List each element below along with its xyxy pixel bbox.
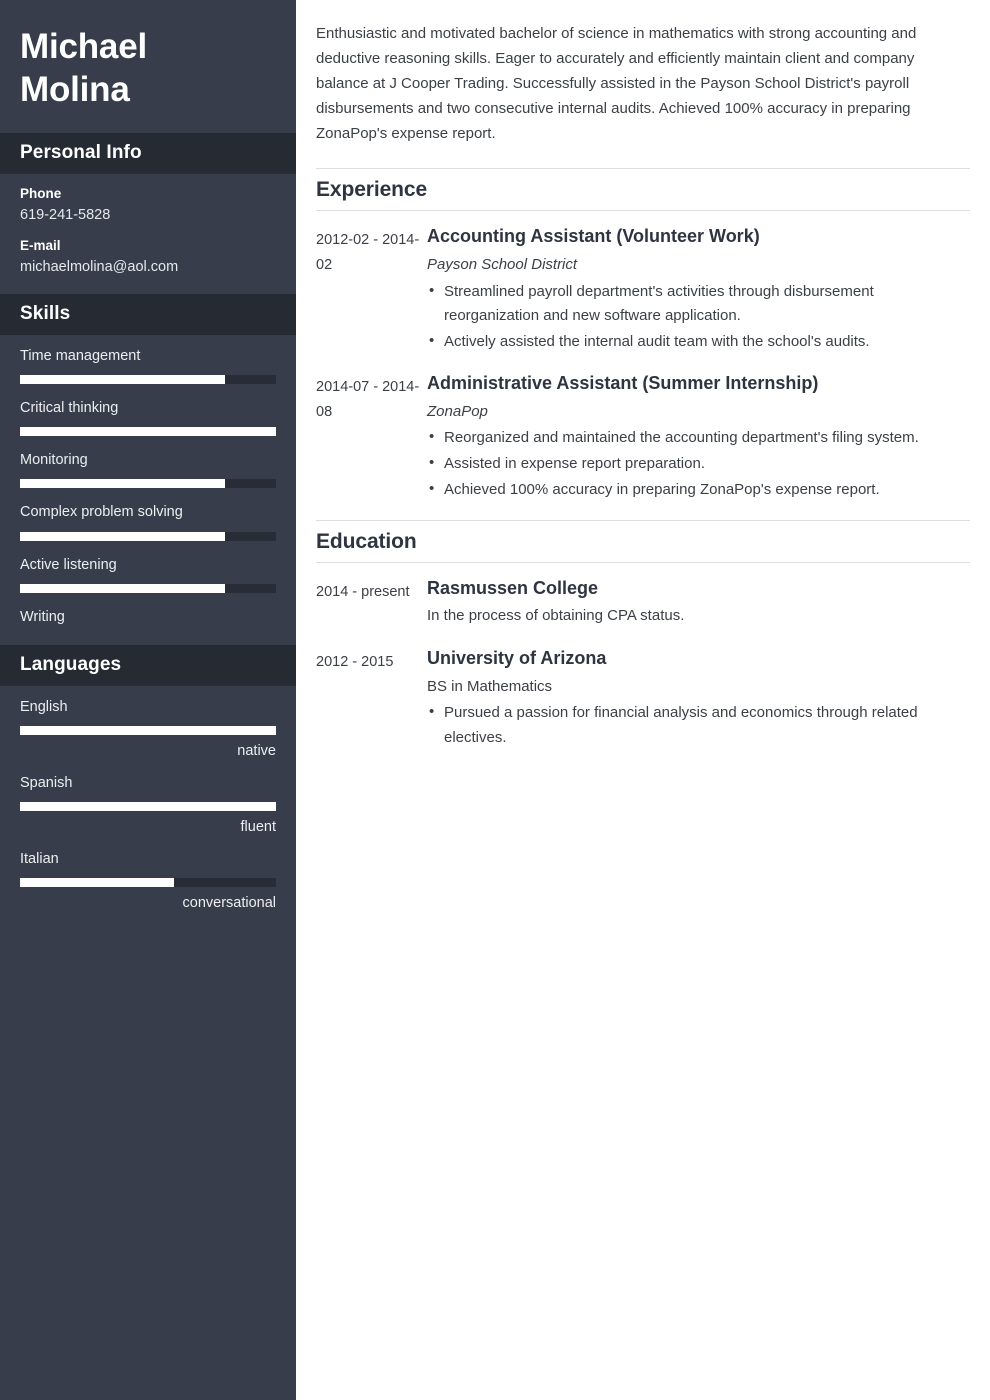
skill-label: Writing bbox=[20, 608, 65, 625]
experience-entry-list: 2012-02 - 2014-02 Accounting Assistant (V… bbox=[316, 225, 970, 504]
contact-row-email: E-mail michaelmolina@aol.com bbox=[20, 238, 276, 277]
main-content: Enthusiastic and motivated bachelor of s… bbox=[296, 0, 990, 1400]
skill-row: Complex problem solving bbox=[20, 503, 276, 541]
section-header-education: Education bbox=[316, 520, 970, 564]
candidate-name: Michael Molina bbox=[0, 0, 296, 133]
education-entry-title: University of Arizona bbox=[427, 648, 607, 669]
skill-level-bar-fill bbox=[20, 427, 276, 437]
section-title-education: Education bbox=[316, 530, 417, 554]
skill-label: Complex problem solving bbox=[20, 504, 183, 521]
language-label: English bbox=[20, 698, 68, 715]
section-education: Education 2014 - present Rasmussen Colleg… bbox=[316, 520, 970, 752]
experience-entry-date: 2014-07 - 2014-08 bbox=[316, 379, 420, 421]
sidebar-section-title-personal-info: Personal Info bbox=[0, 133, 296, 175]
language-label: Italian bbox=[20, 851, 59, 868]
education-entry-body: Rasmussen College In the process of obtai… bbox=[427, 577, 970, 631]
experience-entry: 2014-07 - 2014-08 Administrative Assistan… bbox=[316, 372, 970, 504]
language-row: English native bbox=[20, 698, 276, 759]
language-row: Italian conversational bbox=[20, 850, 276, 911]
education-entry-bullet: Pursued a passion for financial analysis… bbox=[427, 700, 970, 751]
resume-document: Michael Molina Personal Info Phone 619-2… bbox=[0, 0, 990, 1400]
candidate-first-name: Michael bbox=[20, 27, 147, 66]
contact-row-phone: Phone 619-241-5828 bbox=[20, 186, 276, 225]
skill-level-bar-fill bbox=[20, 583, 225, 593]
skill-level-bar bbox=[20, 427, 276, 437]
education-entry-bullet-list: Pursued a passion for financial analysis… bbox=[427, 700, 970, 751]
candidate-last-name: Molina bbox=[20, 69, 130, 109]
experience-entry-bullet-list: Reorganized and maintained the accountin… bbox=[427, 425, 970, 503]
skill-row: Critical thinking bbox=[20, 399, 276, 437]
skill-level-bar-fill bbox=[20, 479, 225, 489]
experience-entry-organization: Payson School District bbox=[427, 255, 578, 273]
skill-row: Writing bbox=[20, 608, 276, 626]
language-label: Spanish bbox=[20, 774, 73, 791]
skill-level-bar-fill bbox=[20, 531, 225, 541]
experience-entry-body: Administrative Assistant (Summer Interns… bbox=[427, 372, 970, 504]
language-row: Spanish fluent bbox=[20, 774, 276, 835]
skill-level-bar bbox=[20, 375, 276, 385]
experience-entry-bullet: Actively assisted the internal audit tea… bbox=[427, 329, 970, 355]
skill-row: Monitoring bbox=[20, 451, 276, 489]
skill-level-bar-fill bbox=[20, 375, 225, 385]
section-experience: Experience 2012-02 - 2014-02 Accounting A… bbox=[316, 168, 970, 504]
experience-entry-bullet: Reorganized and maintained the accountin… bbox=[427, 425, 970, 451]
sidebar-section-title-languages: Languages bbox=[0, 644, 296, 686]
skill-row: Active listening bbox=[20, 556, 276, 593]
education-entry-title: Rasmussen College bbox=[427, 578, 599, 599]
experience-entry-bullet: Streamlined payroll department's activit… bbox=[427, 279, 970, 330]
skill-label: Monitoring bbox=[20, 452, 88, 469]
sidebar: Michael Molina Personal Info Phone 619-2… bbox=[0, 0, 296, 1400]
contact-value-email[interactable]: michaelmolina@aol.com bbox=[20, 258, 276, 277]
skill-row: Time management bbox=[20, 347, 276, 385]
languages-body: English native Spanish fluent Italian convers… bbox=[0, 686, 296, 930]
education-entry-list: 2014 - present Rasmussen College In the pr… bbox=[316, 577, 970, 752]
education-entry: 2014 - present Rasmussen College In the pr… bbox=[316, 577, 970, 631]
experience-entry-body: Accounting Assistant (Volunteer Work) Pay… bbox=[427, 225, 970, 356]
education-entry-body: University of Arizona BS in Mathematics Pu… bbox=[427, 647, 970, 752]
education-entry-date: 2012 - 2015 bbox=[316, 654, 394, 671]
experience-entry-title: Administrative Assistant (Summer Interns… bbox=[427, 373, 819, 394]
language-level-bar bbox=[20, 725, 276, 735]
education-entry-organization: BS in Mathematics bbox=[427, 677, 553, 695]
skills-body: Time management Critical thinking Monitori… bbox=[0, 335, 296, 645]
language-level-bar bbox=[20, 802, 276, 812]
skill-level-bar bbox=[20, 479, 276, 489]
skill-label: Time management bbox=[20, 348, 141, 365]
contact-label-email: E-mail bbox=[20, 238, 61, 254]
section-title-experience: Experience bbox=[316, 178, 428, 202]
language-level-bar-fill bbox=[20, 878, 174, 888]
language-level-bar-fill bbox=[20, 725, 276, 735]
experience-entry-bullet-list: Streamlined payroll department's activit… bbox=[427, 279, 970, 356]
section-header-experience: Experience bbox=[316, 168, 970, 212]
language-proficiency-note: native bbox=[237, 742, 276, 759]
education-entry-organization: In the process of obtaining CPA status. bbox=[427, 607, 685, 625]
language-level-bar bbox=[20, 878, 276, 888]
skill-level-bar bbox=[20, 531, 276, 541]
experience-entry-title: Accounting Assistant (Volunteer Work) bbox=[427, 226, 760, 247]
professional-summary: Enthusiastic and motivated bachelor of s… bbox=[316, 25, 917, 142]
contact-label-phone: Phone bbox=[20, 186, 62, 202]
skill-label: Active listening bbox=[20, 556, 117, 573]
personal-info-body: Phone 619-241-5828 E-mail michaelmolina@… bbox=[0, 174, 296, 294]
experience-entry-bullet: Assisted in expense report preparation. bbox=[427, 451, 970, 477]
skill-level-bar bbox=[20, 583, 276, 593]
skill-label: Critical thinking bbox=[20, 400, 119, 417]
experience-entry-date: 2012-02 - 2014-02 bbox=[316, 232, 420, 274]
education-entry-date: 2014 - present bbox=[316, 584, 410, 601]
experience-entry: 2012-02 - 2014-02 Accounting Assistant (V… bbox=[316, 225, 970, 356]
experience-entry-bullet: Achieved 100% accuracy in preparing Zona… bbox=[427, 477, 970, 503]
contact-value-phone[interactable]: 619-241-5828 bbox=[20, 206, 276, 225]
language-level-bar-fill bbox=[20, 802, 276, 812]
sidebar-section-title-skills: Skills bbox=[0, 294, 296, 336]
education-entry: 2012 - 2015 University of Arizona BS in Ma… bbox=[316, 647, 970, 752]
language-proficiency-note: conversational bbox=[182, 895, 277, 912]
language-proficiency-note: fluent bbox=[240, 819, 276, 836]
experience-entry-organization: ZonaPop bbox=[427, 402, 488, 420]
